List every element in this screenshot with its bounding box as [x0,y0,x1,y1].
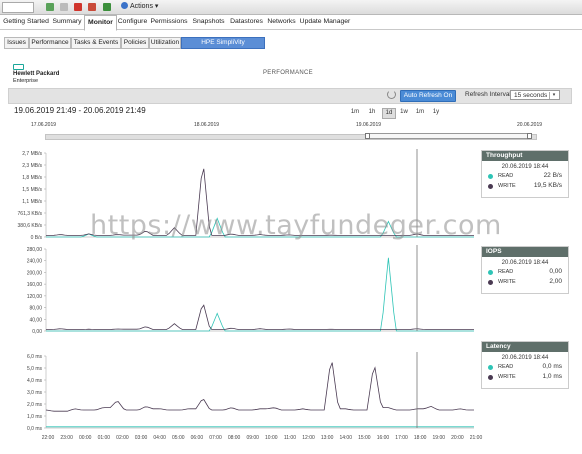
panel-title: Latency [482,342,568,352]
x-tick-label: 14:00 [339,435,352,441]
write-dot-icon [488,184,493,189]
read-dot-icon [488,365,493,370]
legend-value: 0,0 ms [542,363,562,370]
x-tick-label: 21:00 [470,435,483,441]
y-tick-label: 0 B/s [31,235,43,241]
legend-value: 1,0 ms [542,373,562,380]
legend-label: WRITE [498,183,516,189]
panel-timestamp: 20.06.2019 18:44 [501,355,549,361]
x-tick-label: 06:00 [191,435,204,441]
series-line-read [46,257,474,332]
x-tick-label: 20:00 [451,435,464,441]
y-tick-label: 280,00 [27,247,43,253]
x-tick-label: 12:00 [302,435,315,441]
x-tick-label: 00:00 [79,435,92,441]
legend-label: READ [498,364,514,370]
read-dot-icon [488,174,493,179]
legend-value: 2,00 [549,278,562,285]
x-tick-label: 13:00 [321,435,334,441]
legend-read: READ 0,0 ms [482,363,568,373]
y-tick-label: 1,8 MB/s [22,175,42,181]
legend-write: WRITE 19,5 KB/s [482,182,568,192]
write-dot-icon [488,280,493,285]
y-tick-label: 200,00 [27,270,43,276]
panel-title: IOPS [482,247,568,257]
read-dot-icon [488,270,493,275]
y-tick-label: 2,7 MB/s [22,151,42,157]
watermark-text: https://www.tayfundeger.com [90,210,502,241]
series-line-write [46,304,474,330]
y-tick-label: 761,3 KB/s [18,211,43,217]
y-tick-label: 120,00 [27,294,43,300]
legend-value: 0,00 [549,268,562,275]
panel-timestamp: 20.06.2019 18:44 [501,164,549,170]
y-tick-label: 80,00 [29,306,42,312]
x-tick-label: 07:00 [209,435,222,441]
x-tick-label: 04:00 [153,435,166,441]
legend-value: 19,5 KB/s [533,182,562,189]
x-tick-label: 18:00 [414,435,427,441]
y-tick-label: 3,0 ms [27,390,43,396]
x-tick-label: 03:00 [135,435,148,441]
legend-label: READ [498,269,514,275]
x-tick-label: 15:00 [358,435,371,441]
latency-panel: Latency 20.06.2019 18:44 READ 0,0 ms WRIT… [481,341,569,389]
x-tick-label: 16:00 [377,435,390,441]
y-tick-label: 0,0 ms [27,426,43,432]
x-tick-label: 22:00 [42,435,55,441]
y-tick-label: 2,3 MB/s [22,163,42,169]
series-line-write [45,362,474,412]
y-tick-label: 40,00 [29,317,42,323]
y-tick-label: 1,1 MB/s [22,199,42,205]
y-tick-label: 1,5 MB/s [22,187,42,193]
legend-label: WRITE [498,279,516,285]
write-dot-icon [488,375,493,380]
legend-value: 22 B/s [543,172,562,179]
panel-title: Throughput [482,151,568,161]
y-tick-label: 0,00 [32,329,42,335]
y-tick-label: 5,0 ms [27,366,43,372]
legend-label: WRITE [498,374,516,380]
x-tick-label: 08:00 [228,435,241,441]
x-tick-label: 17:00 [395,435,408,441]
y-tick-label: 6,0 ms [27,354,43,360]
panel-timestamp: 20.06.2019 18:44 [501,260,549,266]
x-tick-label: 01:00 [98,435,111,441]
y-tick-label: 160,00 [27,282,43,288]
y-tick-label: 4,0 ms [27,378,43,384]
y-tick-label: 240,00 [27,259,43,265]
throughput-panel: Throughput 20.06.2019 18:44 READ 22 B/s W… [481,150,569,198]
x-tick-label: 05:00 [172,435,185,441]
legend-read: READ 0,00 [482,268,568,278]
legend-read: READ 22 B/s [482,172,568,182]
x-tick-label: 11:00 [284,435,296,441]
iops-panel: IOPS 20.06.2019 18:44 READ 0,00 WRITE 2,00 [481,246,569,294]
x-tick-label: 19:00 [433,435,446,441]
x-tick-label: 23:00 [60,435,73,441]
x-tick-label: 02:00 [116,435,129,441]
y-tick-label: 2,0 ms [27,402,43,408]
y-tick-label: 1,0 ms [27,414,43,420]
legend-write: WRITE 2,00 [482,278,568,288]
x-tick-label: 10:00 [265,435,278,441]
y-tick-label: 380,6 KB/s [18,223,43,229]
legend-write: WRITE 1,0 ms [482,373,568,383]
x-tick-label: 09:00 [246,435,259,441]
legend-label: READ [498,173,514,179]
